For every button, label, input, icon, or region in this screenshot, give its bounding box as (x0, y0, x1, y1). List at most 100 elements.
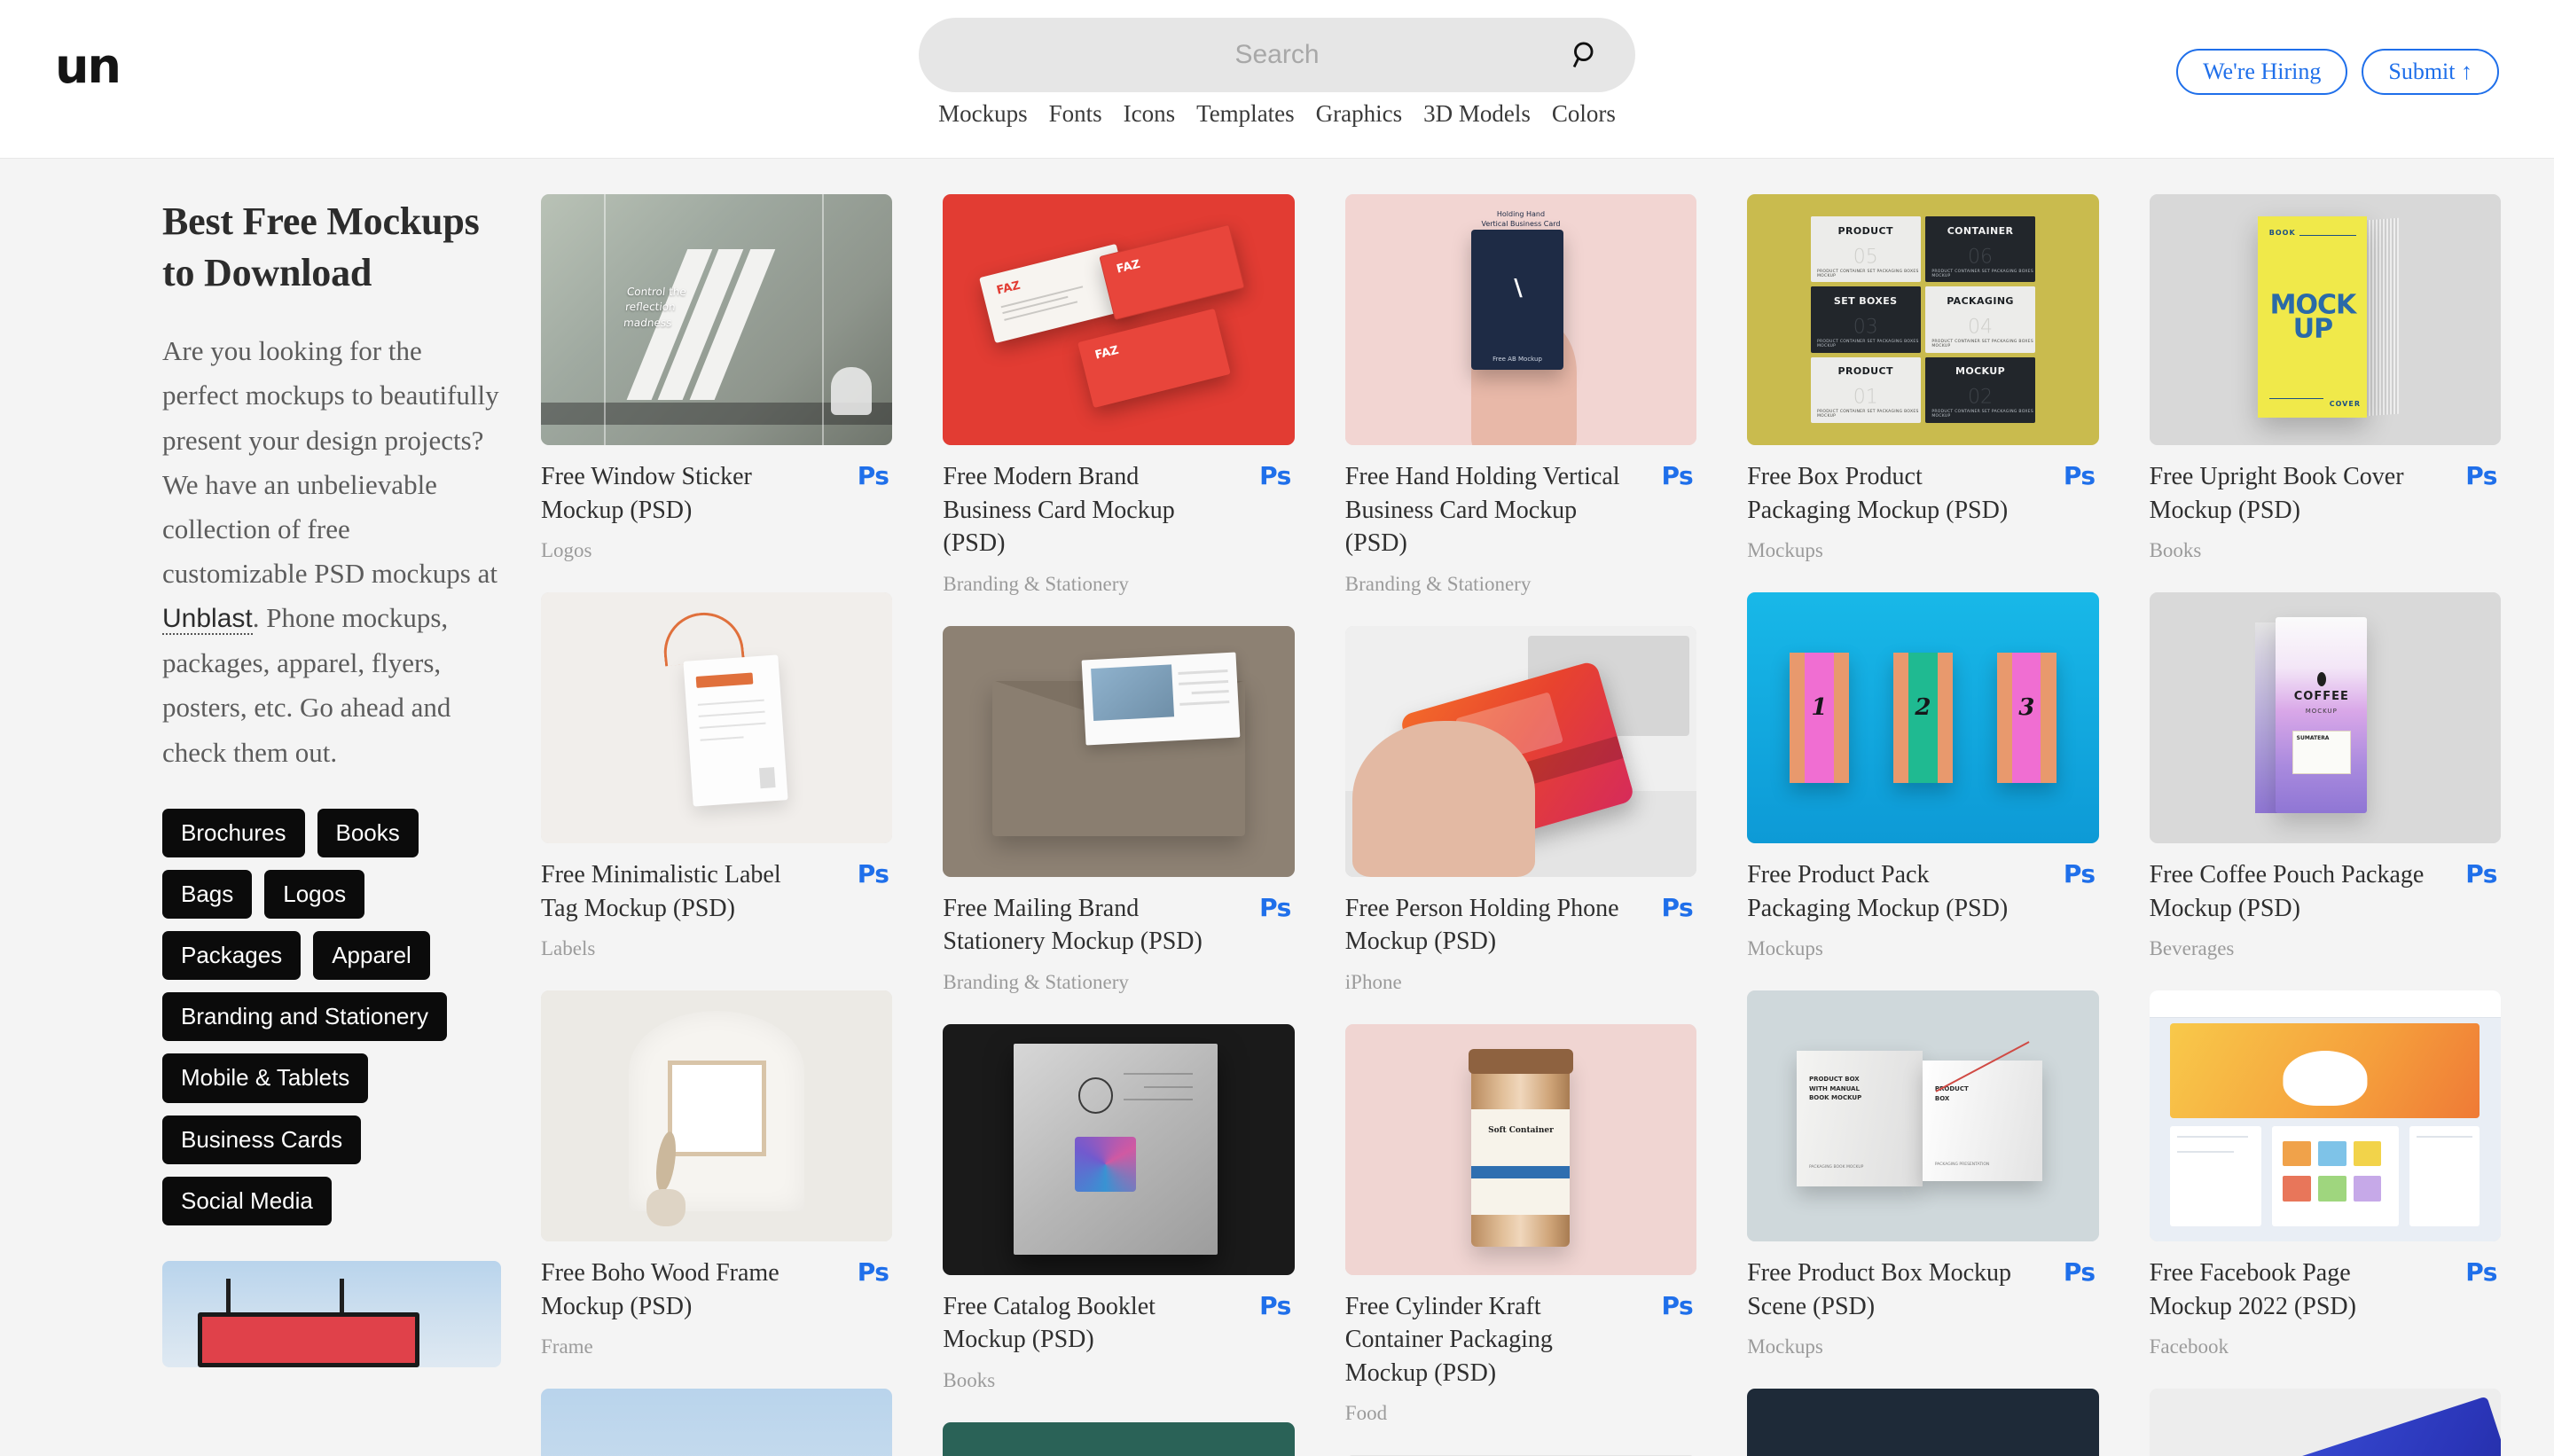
photoshop-badge-icon: Ps (1259, 461, 1291, 490)
card-thumbnail[interactable]: Holding Hand Vertical Business Card \ Fre… (1344, 194, 1697, 445)
tag-business-cards[interactable]: Business Cards (162, 1115, 362, 1164)
photoshop-badge-icon: Ps (857, 859, 889, 889)
submit-button[interactable]: Submit ↑ (2362, 49, 2499, 95)
card-title[interactable]: Free Product Pack Packaging Mockup (PSD) (1747, 858, 2027, 925)
card-thumbnail[interactable]: 1 2 3 (1747, 592, 2099, 844)
tag-apparel[interactable]: Apparel (313, 931, 430, 981)
card-thumbnail[interactable] (943, 1023, 1295, 1275)
card-category[interactable]: Frame (541, 1335, 821, 1358)
card-category[interactable]: Facebook (2150, 1335, 2430, 1358)
card-category[interactable]: iPhone (1345, 971, 1626, 994)
card-thumbnail[interactable] (541, 592, 893, 844)
page-title: Best Free Mockups to Download (162, 200, 480, 295)
card-category[interactable]: Branding & Stationery (943, 971, 1223, 994)
card-category[interactable]: Branding & Stationery (1345, 573, 1626, 596)
card-category[interactable]: Mockups (1747, 937, 2027, 960)
photoshop-badge-icon: Ps (1661, 461, 1694, 490)
card-title[interactable]: Free Facebook Page Mockup 2022 (PSD) (2150, 1256, 2430, 1323)
nav-item-fonts[interactable]: Fonts (1049, 100, 1102, 128)
card-title[interactable]: Free Cylinder Kraft Container Packaging … (1345, 1290, 1626, 1390)
card-title[interactable]: Free Product Box Mockup Scene (PSD) (1747, 1256, 2027, 1323)
mockup-card[interactable] (943, 1421, 1295, 1456)
mockup-card[interactable]: Free Catalog Booklet Mockup (PSD) Books … (943, 1023, 1295, 1392)
card-title[interactable]: Free Catalog Booklet Mockup (PSD) (943, 1290, 1223, 1357)
tag-books[interactable]: Books (317, 808, 419, 857)
card-thumbnail[interactable] (541, 1389, 893, 1456)
mockup-card[interactable]: Holding Hand Vertical Business Card \ Fre… (1344, 194, 1697, 596)
nav-item-mockups[interactable]: Mockups (938, 100, 1028, 128)
sidebar-promo-thumbnail[interactable] (162, 1261, 501, 1368)
mockup-card[interactable]: PRODUCT BOX WITH MANUAL BOOK MOCKUP PACKAG… (1747, 990, 2099, 1358)
card-category[interactable]: Beverages (2150, 937, 2430, 960)
card-thumbnail[interactable] (541, 990, 893, 1242)
search-bar[interactable] (919, 18, 1635, 92)
tag-logos[interactable]: Logos (264, 869, 365, 920)
card-category[interactable]: Branding & Stationery (943, 573, 1223, 596)
card-thumbnail[interactable]: COFFEE MOCKUP SUMATERA (2149, 592, 2501, 844)
card-category[interactable]: Food (1345, 1402, 1626, 1425)
mockup-card[interactable]: Soft Container Free Cylinder Kraft Conta… (1344, 1023, 1697, 1426)
mockup-card[interactable] (1747, 1389, 2099, 1456)
unblast-link[interactable]: Unblast (162, 604, 253, 636)
mockup-card[interactable]: Free Minimalistic Label Tag Mockup (PSD)… (541, 592, 893, 960)
were-hiring-button[interactable]: We're Hiring (2176, 49, 2348, 95)
card-thumbnail[interactable] (943, 625, 1295, 877)
mockup-card[interactable]: Free Boho Wood Frame Mockup (PSD) Frame … (541, 990, 893, 1358)
card-title[interactable]: Free Upright Book Cover Mockup (PSD) (2150, 460, 2430, 527)
card-category[interactable]: Labels (541, 937, 821, 960)
nav-item-templates[interactable]: Templates (1196, 100, 1295, 128)
card-thumbnail[interactable] (2149, 1389, 2501, 1456)
mockup-card[interactable]: COFFEE MOCKUP SUMATERA Free Coffee Pouch… (2149, 592, 2501, 960)
card-category[interactable]: Logos (541, 539, 821, 562)
mockup-card[interactable]: Control the reflection madness Free Window… (541, 194, 893, 562)
card-category[interactable]: Mockups (1747, 539, 2027, 562)
mockup-card[interactable] (2149, 1389, 2501, 1456)
card-thumbnail[interactable]: iPhone 5 (1344, 625, 1697, 877)
card-thumbnail[interactable]: BOOK MOCK UP COVER (2149, 194, 2501, 445)
search-input[interactable] (919, 18, 1635, 92)
tag-packages[interactable]: Packages (162, 931, 302, 981)
card-title[interactable]: Free Mailing Brand Stationery Mockup (PS… (943, 892, 1223, 959)
pack-number: 3 (2018, 693, 2035, 721)
card-thumbnail[interactable]: PRODUCT 05 PRODUCT CONTAINER SET PACKAGING… (1747, 194, 2099, 445)
art-label: Soft Container (1488, 1125, 1554, 1135)
tag-social-media[interactable]: Social Media (162, 1176, 332, 1226)
mockup-card[interactable]: Free Facebook Page Mockup 2022 (PSD) Fac… (2149, 990, 2501, 1358)
search-icon[interactable] (1570, 39, 1602, 71)
site-logo[interactable]: un (55, 43, 121, 90)
tag-mobile-and-tablets[interactable]: Mobile & Tablets (162, 1053, 369, 1103)
tag-bags[interactable]: Bags (162, 869, 253, 920)
card-title[interactable]: Free Window Sticker Mockup (PSD) (541, 460, 821, 527)
card-title[interactable]: Free Person Holding Phone Mockup (PSD) (1345, 892, 1626, 959)
card-title[interactable]: Free Minimalistic Label Tag Mockup (PSD) (541, 858, 821, 925)
nav-item-colors[interactable]: Colors (1552, 100, 1616, 128)
mockup-card[interactable]: Free Mailing Brand Stationery Mockup (PS… (943, 625, 1295, 994)
card-title[interactable]: Free Hand Holding Vertical Business Card… (1345, 460, 1626, 560)
card-thumbnail[interactable] (1747, 1389, 2099, 1456)
card-thumbnail[interactable]: Soft Container (1344, 1023, 1697, 1275)
card-title[interactable]: Free Box Product Packaging Mockup (PSD) (1747, 460, 2027, 527)
card-title[interactable]: Free Modern Brand Business Card Mockup (… (943, 460, 1223, 560)
card-title[interactable]: Free Boho Wood Frame Mockup (PSD) (541, 1256, 821, 1323)
nav-item-icons[interactable]: Icons (1124, 100, 1175, 128)
mockup-card[interactable]: PRODUCT 05 PRODUCT CONTAINER SET PACKAGING… (1747, 194, 2099, 562)
tag-branding-and-stationery[interactable]: Branding and Stationery (162, 992, 447, 1042)
mockup-card[interactable]: FAZ FAZ FAZ Free Modern Brand Business C… (943, 194, 1295, 596)
card-category[interactable]: Books (943, 1369, 1223, 1392)
mockup-card[interactable]: iPhone 5 Free Person Holding Phone Mocku… (1344, 625, 1697, 994)
card-thumbnail[interactable] (943, 1421, 1295, 1456)
card-thumbnail[interactable]: PRODUCT BOX WITH MANUAL BOOK MOCKUP PACKAG… (1747, 990, 2099, 1242)
card-category[interactable]: Books (2150, 539, 2430, 562)
card-thumbnail[interactable] (2149, 990, 2501, 1242)
nav-item-graphics[interactable]: Graphics (1316, 100, 1402, 128)
mockup-card[interactable]: BOOK MOCK UP COVER Free Upright Book Cove… (2149, 194, 2501, 562)
nav-item-3d-models[interactable]: 3D Models (1423, 100, 1531, 128)
card-thumbnail[interactable]: Control the reflection madness (541, 194, 893, 445)
mockup-card[interactable] (541, 1389, 893, 1456)
mockup-card[interactable]: 1 2 3 Free Product Pack Packaging Mockup… (1747, 592, 2099, 960)
card-title[interactable]: Free Coffee Pouch Package Mockup (PSD) (2150, 858, 2430, 925)
card-thumbnail[interactable]: FAZ FAZ FAZ (943, 194, 1295, 445)
box-footnote: PRODUCT CONTAINER SET PACKAGING BOXES MO… (1931, 270, 2033, 279)
tag-brochures[interactable]: Brochures (162, 808, 305, 857)
card-category[interactable]: Mockups (1747, 1335, 2027, 1358)
